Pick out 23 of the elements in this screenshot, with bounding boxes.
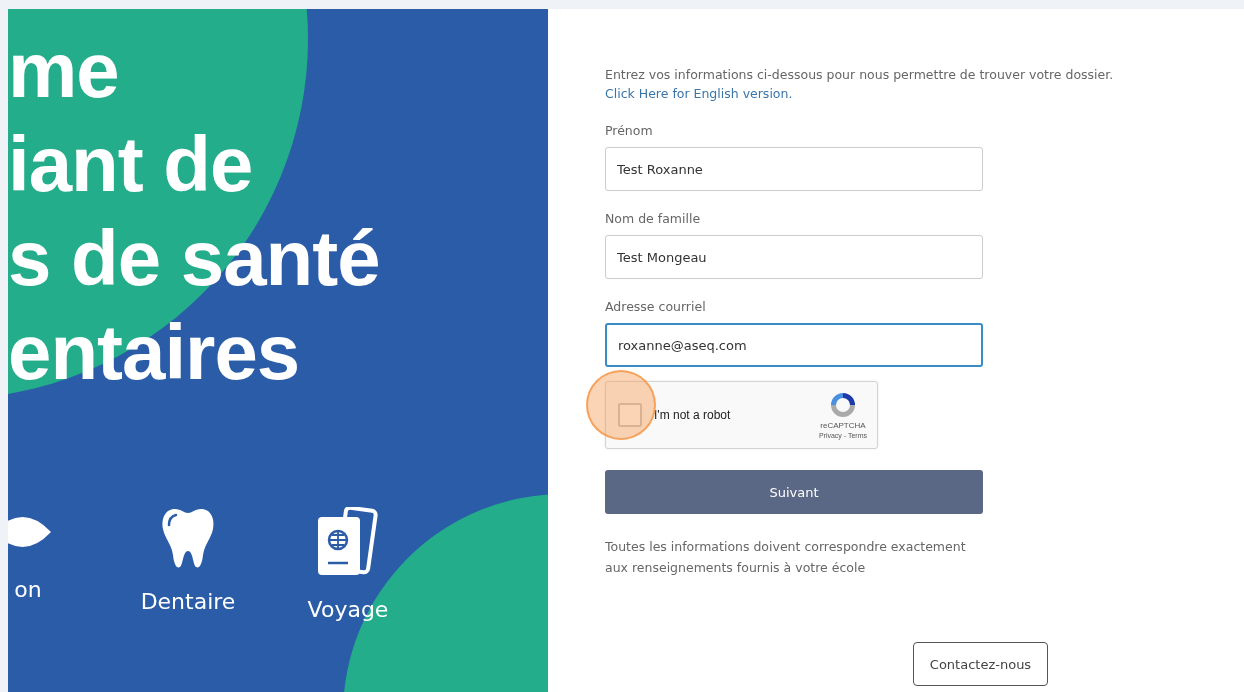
field-label: Nom de famille <box>605 211 701 226</box>
passport-icon <box>316 507 380 577</box>
note-text: Toutes les informations doivent correspondre exactement aux renseignements fournis à votre école <box>605 538 967 577</box>
english-version-link[interactable]: Click Here for English version. <box>605 84 793 103</box>
headline-text: me <box>8 25 120 116</box>
headline-text: iant de <box>8 119 254 210</box>
input-field[interactable]: roxanne@aseq.com <box>605 323 983 367</box>
input-field[interactable]: Test Roxanne <box>605 147 983 191</box>
category-label: Dentaire <box>140 589 236 614</box>
headline-text: s de santé <box>8 213 381 304</box>
recaptcha-brand: reCAPTCHA <box>820 421 866 430</box>
intro-text: Entrez vos informations ci-dessous pour nous permettre de trouver votre dossier. <box>605 66 1115 84</box>
input-field[interactable]: Test Mongeau <box>605 235 983 279</box>
category-label: on <box>14 577 42 602</box>
field-label: Adresse courriel <box>605 299 706 314</box>
captcha-label: I'm not a robot <box>654 408 732 422</box>
contact-button[interactable]: Contactez-nous <box>913 642 1048 686</box>
headline-text: entaires <box>8 307 301 398</box>
tooth-icon <box>161 507 215 569</box>
captcha-checkbox[interactable] <box>618 403 642 427</box>
category-label: Voyage <box>307 597 389 622</box>
field-label: Prénom <box>605 123 653 138</box>
next-button[interactable]: Suivant <box>605 470 983 514</box>
